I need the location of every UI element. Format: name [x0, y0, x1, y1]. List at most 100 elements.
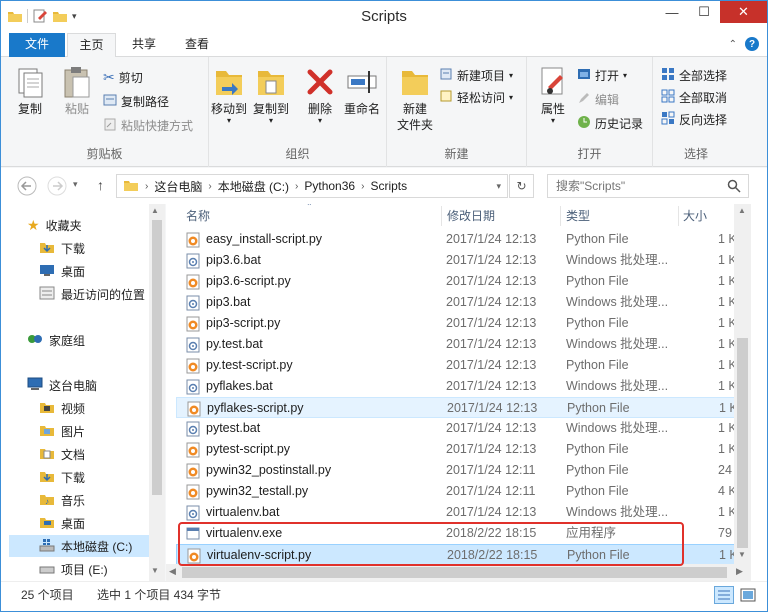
copy-to-button[interactable]: 复制到 ▾	[251, 65, 291, 125]
invert-selection-button[interactable]: 反向选择	[661, 109, 727, 129]
close-button[interactable]: ✕	[720, 1, 767, 23]
ribbon-tabs: 文件 主页 共享 查看	[1, 33, 767, 58]
search-icon[interactable]	[727, 179, 741, 196]
rename-button[interactable]: 重命名	[341, 65, 383, 117]
file-row[interactable]: py.test.bat 2017/1/24 12:13 Windows 批处理...…	[176, 334, 737, 355]
scroll-left-icon[interactable]: ◀	[169, 566, 176, 577]
move-to-button[interactable]: 移动到 ▾	[209, 65, 249, 125]
nav-pictures[interactable]: 图片	[39, 420, 85, 442]
column-divider[interactable]	[678, 206, 679, 226]
nav-local-disk[interactable]: 本地磁盘 (C:)	[9, 535, 149, 557]
file-scroll-thumb[interactable]	[737, 338, 748, 548]
tab-home[interactable]: 主页	[67, 33, 116, 58]
nav-recent[interactable]: 最近访问的位置	[39, 283, 145, 305]
column-header-type[interactable]: 类型	[566, 204, 590, 228]
breadcrumb-python36[interactable]: Python36	[304, 179, 355, 193]
scroll-up-icon[interactable]: ▲	[151, 206, 159, 215]
select-all-button[interactable]: 全部选择	[661, 65, 727, 85]
breadcrumb-separator-icon[interactable]: ›	[295, 181, 298, 192]
search-input[interactable]	[547, 174, 749, 198]
file-list-horizontal-scrollbar[interactable]: ◀ ▶	[166, 564, 751, 581]
nav-desktop-pc[interactable]: 桌面	[39, 512, 85, 534]
scroll-up-icon[interactable]: ▲	[738, 206, 746, 215]
tab-share[interactable]: 共享	[119, 33, 169, 57]
file-row[interactable]: pip3-script.py 2017/1/24 12:13 Python File…	[176, 313, 737, 334]
tab-file[interactable]: 文件	[9, 33, 65, 57]
file-list-vertical-scrollbar[interactable]: ▲ ▼	[734, 204, 751, 564]
help-icon[interactable]: ?	[745, 37, 759, 51]
nav-scroll-thumb[interactable]	[152, 220, 162, 495]
file-row[interactable]: pip3.6.bat 2017/1/24 12:13 Windows 批处理... 1…	[176, 250, 737, 271]
up-arrow-icon[interactable]: ↑	[97, 177, 104, 193]
file-row[interactable]: pyflakes-script.py 2017/1/24 12:13 Python …	[176, 397, 738, 418]
file-row[interactable]: py.test-script.py 2017/1/24 12:13 Python F…	[176, 355, 737, 376]
nav-this-pc[interactable]: 这台电脑	[27, 374, 97, 396]
open-group: 属性 ▾ 打开 ▾ 编辑 历史记录 打开	[527, 57, 653, 167]
column-divider[interactable]	[441, 206, 442, 226]
nav-desktop[interactable]: 桌面	[39, 260, 85, 282]
delete-button[interactable]: 删除 ▾	[303, 65, 337, 125]
recent-locations-icon[interactable]: ▾	[73, 179, 78, 190]
tab-view[interactable]: 查看	[171, 33, 223, 57]
file-row[interactable]: pyflakes.bat 2017/1/24 12:13 Windows 批处理..…	[176, 376, 737, 397]
scroll-down-icon[interactable]: ▼	[151, 566, 159, 575]
open-button[interactable]: 打开 ▾	[577, 65, 627, 85]
paste-button[interactable]: 粘贴	[57, 65, 97, 117]
cut-button[interactable]: ✂ 剪切	[103, 67, 143, 87]
copy-button[interactable]: 复制	[11, 65, 49, 117]
breadcrumb-local-disk[interactable]: 本地磁盘 (C:)	[218, 178, 289, 195]
address-bar[interactable]: › 这台电脑 › 本地磁盘 (C:) › Python36 › Scripts …	[116, 174, 508, 198]
breadcrumb-this-pc[interactable]: 这台电脑	[154, 178, 202, 195]
breadcrumb-separator-icon[interactable]: ›	[208, 181, 211, 192]
nav-homegroup[interactable]: 家庭组	[27, 329, 85, 351]
properties-button[interactable]: 属性 ▾	[535, 65, 571, 125]
address-dropdown-icon[interactable]: ▾	[496, 181, 501, 192]
nav-music[interactable]: ♪ 音乐	[39, 489, 85, 511]
file-row[interactable]: easy_install-script.py 2017/1/24 12:13 Pyt…	[176, 229, 737, 250]
edit-button[interactable]: 编辑	[577, 89, 619, 109]
file-row[interactable]: pytest-script.py 2017/1/24 12:13 Python Fi…	[176, 439, 737, 460]
expand-ribbon-icon[interactable]: ⌃	[729, 39, 737, 50]
paste-shortcut-button[interactable]: 粘贴快捷方式	[103, 115, 193, 135]
easy-access-button[interactable]: 轻松访问 ▾	[439, 87, 513, 107]
breadcrumb-separator-icon[interactable]: ›	[145, 181, 148, 192]
nav-favorites[interactable]: ★ 收藏夹	[27, 214, 82, 236]
nav-drive-e[interactable]: 项目 (E:)	[39, 558, 108, 580]
move-to-label: 移动到	[210, 102, 247, 116]
column-header-name[interactable]: 名称	[186, 204, 210, 228]
column-header-date[interactable]: 修改日期	[447, 204, 495, 228]
history-button[interactable]: 历史记录	[577, 113, 643, 133]
scroll-down-icon[interactable]: ▼	[738, 550, 746, 559]
breadcrumb-separator-icon[interactable]: ›	[361, 181, 364, 192]
new-folder-button[interactable]: 新建 文件夹	[395, 65, 435, 133]
details-view-icon[interactable]	[714, 586, 734, 607]
invert-selection-icon	[661, 111, 675, 128]
open-group-label: 打开	[577, 147, 602, 161]
copy-path-button[interactable]: 复制路径	[103, 91, 169, 111]
file-row[interactable]: pip3.bat 2017/1/24 12:13 Windows 批处理... 1 K	[176, 292, 737, 313]
column-divider[interactable]	[560, 206, 561, 226]
file-row[interactable]: pywin32_postinstall.py 2017/1/24 12:11 Pyt…	[176, 460, 738, 481]
nav-pane-scrollbar[interactable]: ▲ ▼	[149, 204, 165, 581]
paste-icon	[57, 65, 97, 99]
nav-downloads[interactable]: 下载	[39, 237, 85, 259]
file-row[interactable]: pywin32_testall.py 2017/1/24 12:11 Python …	[176, 481, 737, 502]
refresh-button[interactable]: ↻	[509, 174, 534, 198]
breadcrumb-scripts[interactable]: Scripts	[370, 179, 407, 193]
forward-arrow-icon[interactable]	[47, 176, 67, 199]
file-row[interactable]: pip3.6-script.py 2017/1/24 12:13 Python Fi…	[176, 271, 737, 292]
large-icons-view-icon[interactable]	[738, 586, 758, 607]
minimize-button[interactable]: —	[656, 1, 688, 23]
nav-videos[interactable]: 视频	[39, 397, 85, 419]
nav-downloads-pc[interactable]: 下载	[39, 466, 85, 488]
horizontal-scroll-thumb[interactable]	[182, 567, 727, 578]
column-header-size[interactable]: 大小	[683, 204, 707, 228]
select-none-button[interactable]: 全部取消	[661, 87, 727, 107]
scroll-right-icon[interactable]: ▶	[736, 566, 743, 577]
new-item-button[interactable]: 新建项目 ▾	[439, 65, 513, 85]
nav-documents[interactable]: 文档	[39, 443, 85, 465]
file-row[interactable]: virtualenv.bat 2017/1/24 12:13 Windows 批处理…	[176, 502, 737, 523]
maximize-button[interactable]: ☐	[688, 1, 720, 23]
back-arrow-icon[interactable]	[17, 176, 37, 199]
file-row[interactable]: pytest.bat 2017/1/24 12:13 Windows 批处理... 1…	[176, 418, 737, 439]
